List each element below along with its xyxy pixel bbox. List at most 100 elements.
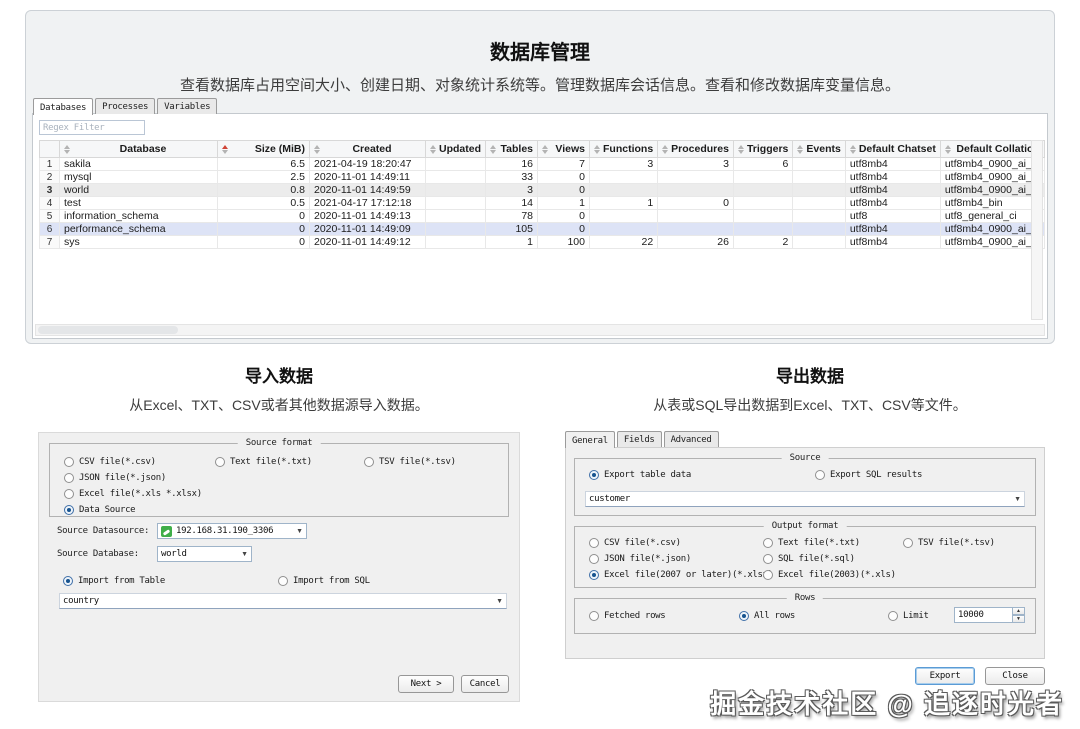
table-cell[interactable] [426, 184, 486, 197]
table-cell[interactable]: 33 [486, 171, 538, 184]
table-cell[interactable]: information_schema [60, 210, 218, 223]
radio-option[interactable]: Export SQL results [815, 470, 1035, 480]
table-cell[interactable]: 0 [538, 223, 590, 236]
table-cell[interactable]: 2021-04-19 18:20:47 [310, 158, 426, 171]
radio-icon[interactable] [215, 457, 225, 467]
table-cell[interactable]: 14 [486, 197, 538, 210]
table-cell[interactable]: 0 [538, 171, 590, 184]
source-database-select[interactable]: world ▼ [157, 546, 252, 562]
radio-selected-icon[interactable] [589, 570, 599, 580]
table-cell[interactable] [733, 197, 792, 210]
row-number[interactable]: 4 [40, 197, 60, 210]
cancel-button[interactable]: Cancel [461, 675, 509, 693]
table-cell[interactable]: 6 [733, 158, 792, 171]
table-cell[interactable]: utf8mb4 [845, 158, 940, 171]
table-cell[interactable]: 1 [538, 197, 590, 210]
table-cell[interactable] [793, 171, 845, 184]
radio-option[interactable]: TSV file(*.tsv) [364, 457, 508, 467]
table-cell[interactable]: 0 [538, 210, 590, 223]
column-header[interactable]: Updated [426, 141, 486, 158]
radio-icon[interactable] [64, 457, 74, 467]
table-cell[interactable]: 0 [218, 223, 310, 236]
table-cell[interactable]: 3 [486, 184, 538, 197]
radio-selected-icon[interactable] [63, 576, 73, 586]
table-cell[interactable]: 2020-11-01 14:49:13 [310, 210, 426, 223]
radio-option[interactable]: TSV file(*.tsv) [903, 538, 1035, 548]
table-cell[interactable]: mysql [60, 171, 218, 184]
radio-icon[interactable] [278, 576, 288, 586]
table-cell[interactable]: utf8mb4_0900_ai_ci [940, 236, 1044, 249]
table-cell[interactable]: utf8mb4_bin [940, 197, 1044, 210]
radio-option[interactable]: Import from SQL [278, 576, 503, 586]
sort-indicator-icon[interactable] [850, 145, 856, 154]
table-cell[interactable]: 16 [486, 158, 538, 171]
row-number[interactable]: 6 [40, 223, 60, 236]
radio-icon[interactable] [364, 457, 374, 467]
column-header[interactable]: Tables [486, 141, 538, 158]
table-cell[interactable] [590, 223, 658, 236]
table-cell[interactable] [793, 210, 845, 223]
table-row[interactable]: 6performance_schema02020-11-01 14:49:091… [40, 223, 1045, 236]
source-datasource-select[interactable]: 192.168.31.190_3306 ▼ [157, 523, 307, 539]
table-cell[interactable] [590, 171, 658, 184]
table-cell[interactable] [590, 184, 658, 197]
table-cell[interactable]: world [60, 184, 218, 197]
table-cell[interactable]: test [60, 197, 218, 210]
radio-option[interactable]: Text file(*.txt) [763, 538, 903, 548]
table-cell[interactable] [426, 197, 486, 210]
table-cell[interactable]: sakila [60, 158, 218, 171]
spin-up-icon[interactable]: ▲ [1012, 607, 1025, 615]
row-number[interactable]: 1 [40, 158, 60, 171]
radio-icon[interactable] [64, 489, 74, 499]
table-cell[interactable]: 2020-11-01 14:49:11 [310, 171, 426, 184]
table-cell[interactable] [793, 223, 845, 236]
table-cell[interactable]: 0 [218, 210, 310, 223]
table-cell[interactable]: utf8mb4_0900_ai_ci [940, 184, 1044, 197]
row-number[interactable]: 3 [40, 184, 60, 197]
column-header[interactable]: Functions [590, 141, 658, 158]
table-cell[interactable] [658, 184, 734, 197]
databases-table[interactable]: DatabaseSize (MiB)CreatedUpdatedTablesVi… [39, 140, 1045, 249]
table-cell[interactable]: utf8mb4_0900_ai_ci [940, 223, 1044, 236]
vertical-scrollbar[interactable] [1031, 140, 1043, 320]
tab-advanced[interactable]: Advanced [664, 431, 719, 447]
table-cell[interactable]: 0 [658, 197, 734, 210]
table-cell[interactable]: 2020-11-01 14:49:09 [310, 223, 426, 236]
radio-icon[interactable] [903, 538, 913, 548]
table-cell[interactable]: 2020-11-01 14:49:12 [310, 236, 426, 249]
tab-general[interactable]: General [565, 431, 615, 448]
radio-icon[interactable] [589, 611, 599, 621]
radio-option[interactable]: Import from Table [63, 576, 278, 586]
sort-indicator-icon[interactable] [314, 145, 320, 154]
table-cell[interactable]: 1 [590, 197, 658, 210]
column-header[interactable]: Database [60, 141, 218, 158]
table-cell[interactable]: 2.5 [218, 171, 310, 184]
table-cell[interactable]: sys [60, 236, 218, 249]
column-header[interactable]: Procedures [658, 141, 734, 158]
sort-indicator-icon[interactable] [594, 145, 600, 154]
radio-option[interactable]: Export table data [589, 470, 815, 480]
radio-icon[interactable] [589, 538, 599, 548]
row-number[interactable]: 5 [40, 210, 60, 223]
table-cell[interactable] [426, 171, 486, 184]
table-cell[interactable]: utf8mb4_0900_ai_ci [940, 158, 1044, 171]
table-cell[interactable]: utf8mb4 [845, 197, 940, 210]
table-cell[interactable]: 2020-11-01 14:49:59 [310, 184, 426, 197]
radio-option[interactable]: SQL file(*.sql) [763, 554, 903, 564]
limit-input[interactable] [954, 607, 1012, 623]
table-cell[interactable]: 22 [590, 236, 658, 249]
radio-selected-icon[interactable] [739, 611, 749, 621]
radio-icon[interactable] [763, 554, 773, 564]
table-cell[interactable]: 7 [538, 158, 590, 171]
row-number[interactable]: 2 [40, 171, 60, 184]
table-cell[interactable] [658, 171, 734, 184]
column-header[interactable]: Triggers [733, 141, 792, 158]
table-row[interactable]: 1sakila6.52021-04-19 18:20:47167336utf8m… [40, 158, 1045, 171]
table-cell[interactable] [733, 223, 792, 236]
table-cell[interactable]: 2 [733, 236, 792, 249]
table-cell[interactable] [793, 197, 845, 210]
table-cell[interactable]: utf8mb4 [845, 171, 940, 184]
radio-icon[interactable] [763, 538, 773, 548]
table-cell[interactable] [733, 210, 792, 223]
table-cell[interactable]: 105 [486, 223, 538, 236]
